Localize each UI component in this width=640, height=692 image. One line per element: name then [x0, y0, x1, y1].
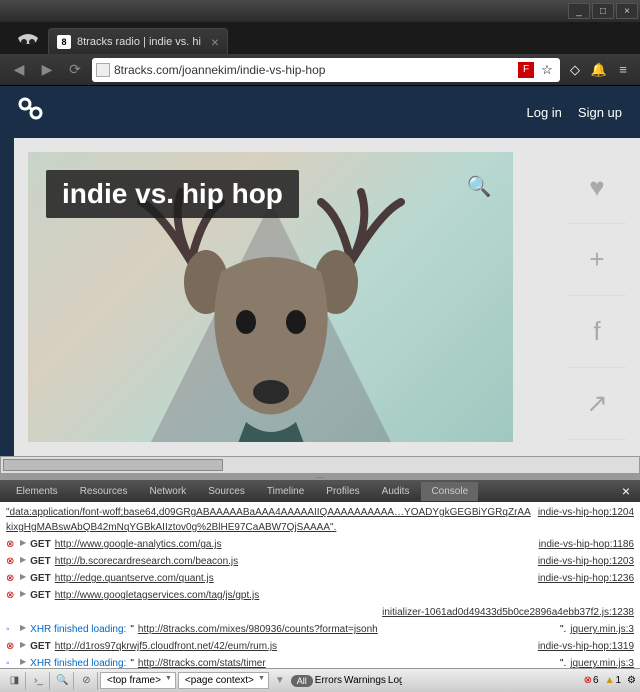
devtools-panel: ElementsResourcesNetworkSourcesTimelineP… [0, 474, 640, 692]
console-line: "data:application/font-woff;base64,d09GR… [6, 504, 634, 536]
extension-icon-2[interactable]: 🔔 [590, 61, 608, 79]
site-nav: Log in Sign up [526, 105, 622, 120]
page-icon [96, 63, 110, 77]
close-window-button[interactable]: × [616, 3, 638, 19]
add-button[interactable]: + [568, 224, 626, 296]
devtools-tab-network[interactable]: Network [140, 482, 197, 501]
warning-count[interactable]: ▲1 [605, 675, 621, 686]
site-logo[interactable] [18, 97, 46, 127]
console-line: ⊗▶GET http://www.googletagservices.com/t… [6, 587, 634, 604]
devtools-tabs: ElementsResourcesNetworkSourcesTimelineP… [0, 480, 640, 502]
devtools-close-icon[interactable]: × [618, 483, 634, 499]
browser-tabstrip: 8 8tracks radio | indie vs. hi × [0, 22, 640, 54]
flash-icon[interactable]: F [518, 62, 534, 78]
browser-toolbar: ◀ ▶ ⟳ F ☆ ◇ 🔔 ≡ [0, 54, 640, 86]
filter-errors[interactable]: Errors [315, 675, 342, 686]
console-line: ◦▶XHR finished loading: "http://8tracks.… [6, 655, 634, 668]
tab-title: 8tracks radio | indie vs. hi [77, 36, 205, 48]
bookmark-star-icon[interactable]: ☆ [538, 61, 556, 79]
settings-icon[interactable]: ⚙ [627, 675, 636, 686]
like-button[interactable]: ♥ [568, 152, 626, 224]
incognito-icon [8, 26, 48, 54]
devtools-tab-console[interactable]: Console [421, 482, 478, 501]
devtools-statusbar: ◨ ›_ 🔍 ⊘ <top frame> <page context> ▼ Al… [0, 668, 640, 692]
devtools-tab-profiles[interactable]: Profiles [316, 482, 369, 501]
menu-icon[interactable]: ≡ [614, 61, 632, 79]
devtools-tab-resources[interactable]: Resources [70, 482, 138, 501]
mix-cover[interactable]: indie vs. hip hop 🔍 [28, 152, 513, 442]
minimize-button[interactable]: _ [568, 3, 590, 19]
filter-logs[interactable]: Logs [388, 675, 402, 686]
console-line: ⊗▶GET http://edge.quantserve.com/quant.j… [6, 570, 634, 587]
dock-button[interactable]: ◨ [4, 672, 26, 690]
devtools-tab-sources[interactable]: Sources [198, 482, 255, 501]
share-button[interactable]: ↗ [568, 368, 626, 440]
console-line: ⊗▶GET http://d1ros97qkrwjf5.cloudfront.n… [6, 638, 634, 655]
console-line: ◦▶XHR finished loading: "http://8tracks.… [6, 621, 634, 638]
page-viewport: Log in Sign up indie vs. hip hop 🔍 ♥ + f [0, 86, 640, 456]
devtools-tab-elements[interactable]: Elements [6, 482, 68, 501]
frame-selector[interactable]: <top frame> [100, 672, 176, 689]
extension-icon-1[interactable]: ◇ [566, 61, 584, 79]
clear-button[interactable]: ⊘ [76, 672, 98, 690]
filter-all[interactable]: All [291, 675, 313, 687]
horizontal-scrollbar[interactable] [0, 456, 640, 474]
content-area: indie vs. hip hop 🔍 ♥ + f ↗ [14, 138, 640, 456]
reload-button[interactable]: ⟳ [64, 59, 86, 81]
mix-title: indie vs. hip hop [46, 170, 299, 218]
login-link[interactable]: Log in [526, 105, 561, 120]
browser-tab[interactable]: 8 8tracks radio | indie vs. hi × [48, 28, 228, 54]
filter-warnings[interactable]: Warnings [344, 675, 386, 686]
back-button[interactable]: ◀ [8, 59, 30, 81]
maximize-button[interactable]: □ [592, 3, 614, 19]
console-toggle-button[interactable]: ›_ [28, 672, 50, 690]
signup-link[interactable]: Sign up [578, 105, 622, 120]
zoom-icon[interactable]: 🔍 [463, 170, 495, 202]
error-count[interactable]: ⊗6 [584, 675, 599, 686]
url-input[interactable] [114, 63, 514, 77]
console-line: ⊗▶GET http://www.google-analytics.com/ga… [6, 536, 634, 553]
site-header: Log in Sign up [0, 86, 640, 138]
console-output[interactable]: "data:application/font-woff;base64,d09GR… [0, 502, 640, 668]
favicon-icon: 8 [57, 35, 71, 49]
url-bar[interactable]: F ☆ [92, 58, 560, 82]
facebook-button[interactable]: f [568, 296, 626, 368]
search-icon[interactable]: 🔍 [52, 672, 74, 690]
window-titlebar: _ □ × [0, 0, 640, 22]
scrollbar-thumb[interactable] [3, 459, 223, 471]
console-line: initializer-1061ad0d49433d5b0ce2896a4ebb… [6, 604, 634, 621]
devtools-tab-audits[interactable]: Audits [372, 482, 420, 501]
console-line: ⊗▶GET http://b.scorecardresearch.com/bea… [6, 553, 634, 570]
action-sidebar: ♥ + f ↗ [568, 152, 626, 440]
tab-close-icon[interactable]: × [211, 34, 219, 50]
forward-button[interactable]: ▶ [36, 59, 58, 81]
context-selector[interactable]: <page context> [178, 672, 269, 689]
devtools-tab-timeline[interactable]: Timeline [257, 482, 314, 501]
